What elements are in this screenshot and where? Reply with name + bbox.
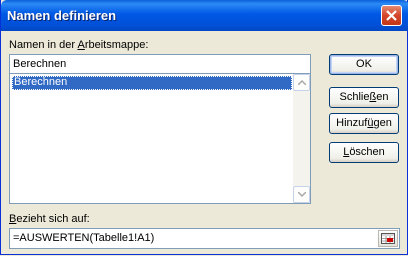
refers-to-input[interactable]: =AUSWERTEN(Tabelle1!A1) (9, 228, 400, 249)
titlebar: Namen definieren (1, 0, 408, 31)
range-select-button[interactable] (378, 230, 398, 247)
arrow-up-icon (298, 80, 306, 85)
range-select-icon (381, 233, 395, 244)
scroll-down-button[interactable] (293, 186, 310, 203)
name-input[interactable]: Berechnen (9, 54, 311, 74)
list-item[interactable]: Berechnen (12, 76, 292, 90)
delete-button[interactable]: Löschen (329, 142, 399, 163)
vertical-scrollbar[interactable] (293, 74, 310, 203)
refers-to-label: Bezieht sich auf: (9, 213, 90, 225)
names-in-workbook-label: Namen in der Arbeitsmappe: (9, 39, 149, 51)
list-item-label: Berechnen (14, 76, 68, 88)
close-button[interactable] (381, 5, 402, 26)
ok-button[interactable]: OK (329, 54, 399, 75)
define-names-dialog: Namen definieren Namen in der Arbeitsmap… (0, 0, 408, 255)
close-icon (386, 10, 397, 21)
name-input-value: Berechnen (13, 58, 67, 70)
names-listbox[interactable]: Berechnen (9, 73, 311, 204)
arrow-down-icon (298, 192, 306, 197)
dialog-title: Namen definieren (7, 8, 117, 23)
add-button[interactable]: Hinzufügen (329, 113, 399, 134)
scroll-up-button[interactable] (293, 74, 310, 91)
refers-to-value: =AUSWERTEN(Tabelle1!A1) (13, 232, 155, 244)
close-dialog-button[interactable]: Schließen (329, 87, 399, 108)
